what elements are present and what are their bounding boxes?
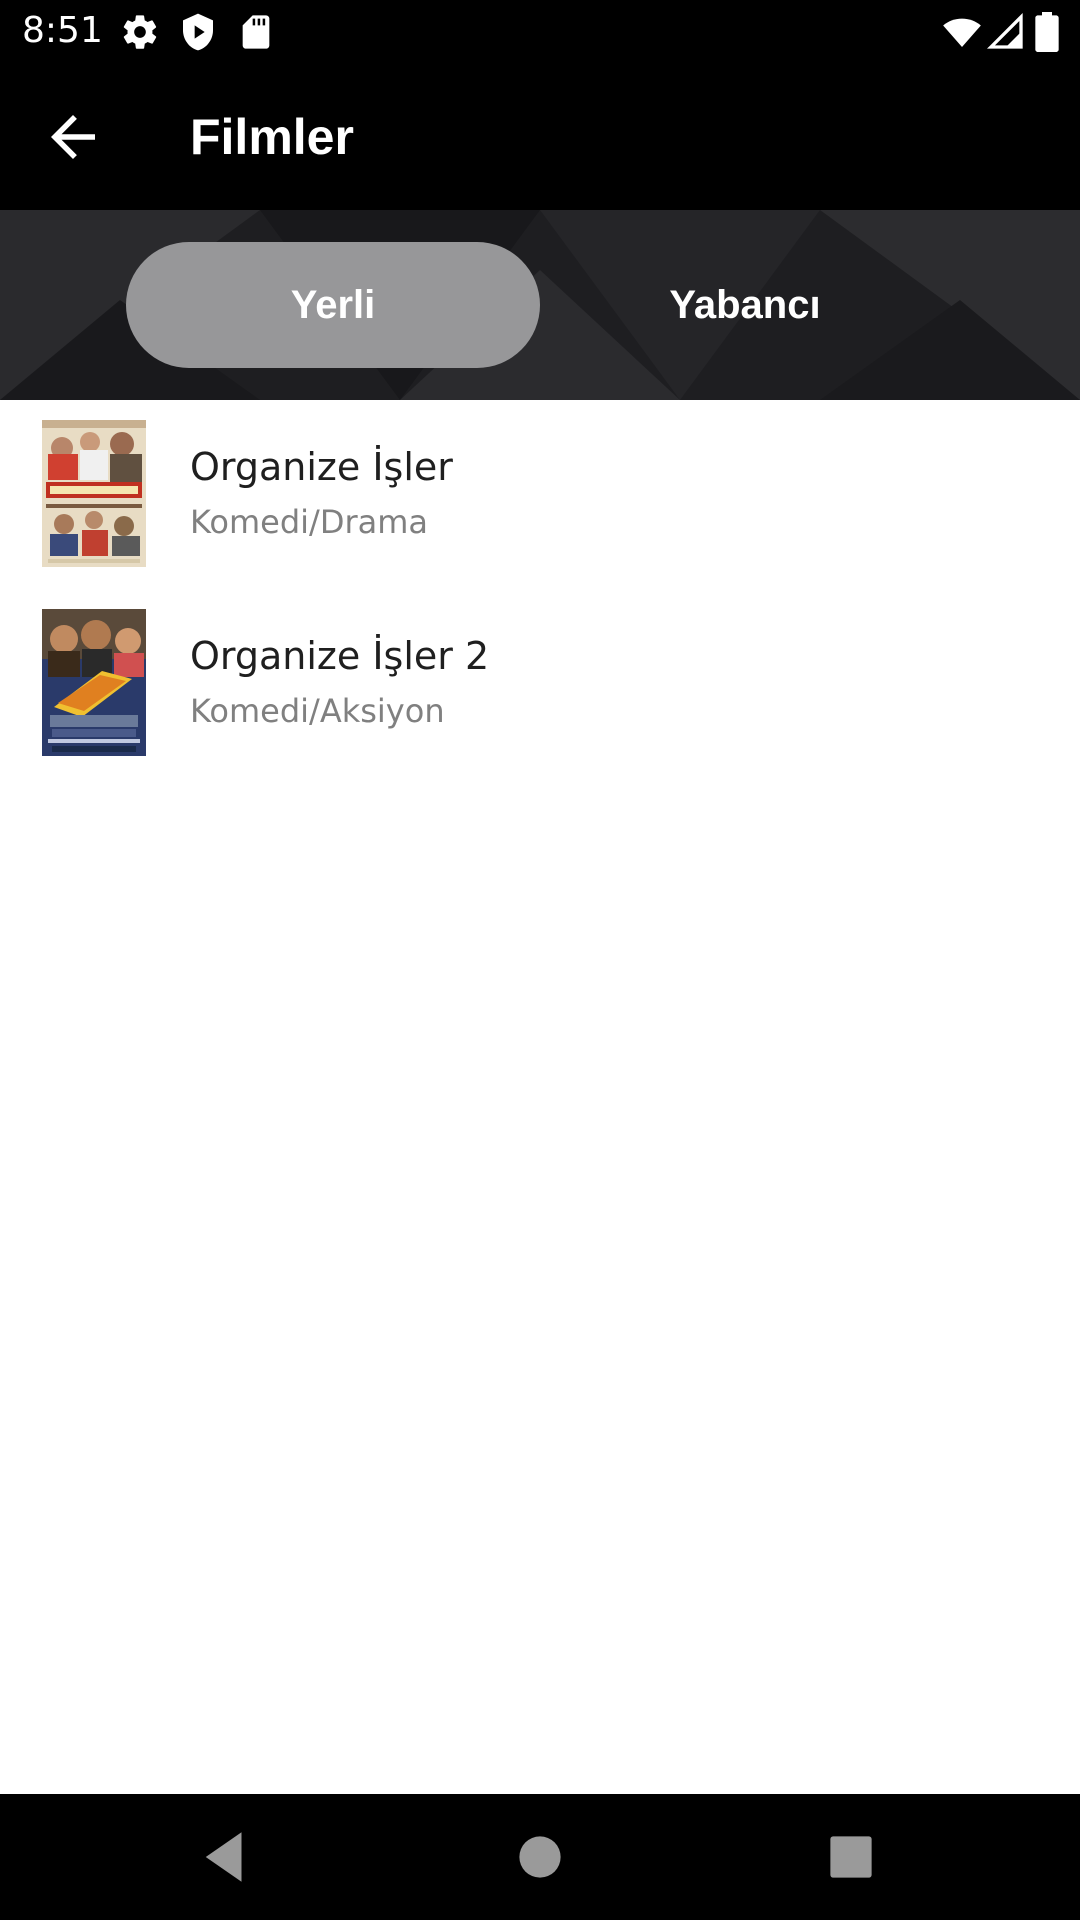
status-bar: 8:51 <box>0 0 1080 62</box>
signal-icon <box>986 12 1026 52</box>
page-title: Filmler <box>190 109 354 165</box>
movie-poster <box>42 420 146 567</box>
tab-header: Yerli Yabancı <box>0 210 1080 400</box>
back-triangle-icon <box>205 1832 242 1882</box>
system-nav-bar <box>0 1794 1080 1920</box>
list-item[interactable]: Organize İşler Komedi/Drama <box>0 400 1080 589</box>
movie-genre: Komedi/Aksiyon <box>190 692 445 730</box>
shield-play-icon <box>178 12 218 52</box>
screen: 8:51 Filmler Yerli Yabancı Organize İşle… <box>0 0 1080 1920</box>
movie-title: Organize İşler <box>190 445 453 489</box>
app-bar: Filmler <box>0 62 1080 210</box>
arrow-left-icon <box>51 115 95 159</box>
nav-back-button[interactable] <box>192 1824 258 1890</box>
tab-yerli[interactable]: Yerli <box>126 242 540 368</box>
home-circle-icon <box>519 1836 561 1878</box>
movie-genre: Komedi/Drama <box>190 503 428 541</box>
sd-card-icon <box>236 12 276 52</box>
gear-icon <box>120 12 160 52</box>
battery-icon <box>1030 12 1064 52</box>
movie-poster <box>42 609 146 756</box>
list-item[interactable]: Organize İşler 2 Komedi/Aksiyon <box>0 589 1080 778</box>
tab-yabanci[interactable]: Yabancı <box>538 242 952 368</box>
movie-title: Organize İşler 2 <box>190 634 490 678</box>
nav-home-button[interactable] <box>507 1824 573 1890</box>
status-time: 8:51 <box>22 10 103 51</box>
back-button[interactable] <box>40 104 106 170</box>
recents-square-icon <box>830 1836 872 1878</box>
nav-recents-button[interactable] <box>818 1824 884 1890</box>
wifi-icon <box>942 12 982 52</box>
